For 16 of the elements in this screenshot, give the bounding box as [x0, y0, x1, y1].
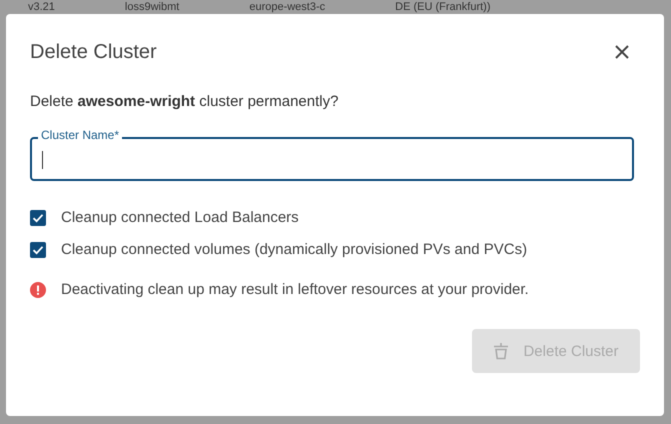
text-cursor: [42, 151, 43, 169]
table-cell: europe-west3-c: [249, 1, 326, 13]
field-label: Cluster Name*: [38, 129, 122, 142]
table-cell: DE (EU (Frankfurt)): [395, 1, 490, 13]
confirm-message: Delete awesome-wright cluster permanently?: [30, 93, 340, 110]
close-icon[interactable]: [614, 44, 630, 60]
checkbox-label: Cleanup connected volumes (dynamically provisioned PVs and PVCs): [61, 241, 528, 258]
warning-text: Deactivating clean up may result in leftover resources at your provider.: [61, 281, 529, 298]
checkbox[interactable]: [30, 242, 46, 258]
dialog-title: Delete Cluster: [30, 40, 157, 64]
checkbox-label: Cleanup connected Load Balancers: [61, 209, 299, 226]
checkbox[interactable]: [30, 210, 46, 226]
table-cell: v3.21: [28, 1, 55, 13]
error-icon: [30, 282, 46, 298]
table-cell: loss9wibmt: [124, 1, 180, 13]
trash-icon: [493, 342, 510, 360]
